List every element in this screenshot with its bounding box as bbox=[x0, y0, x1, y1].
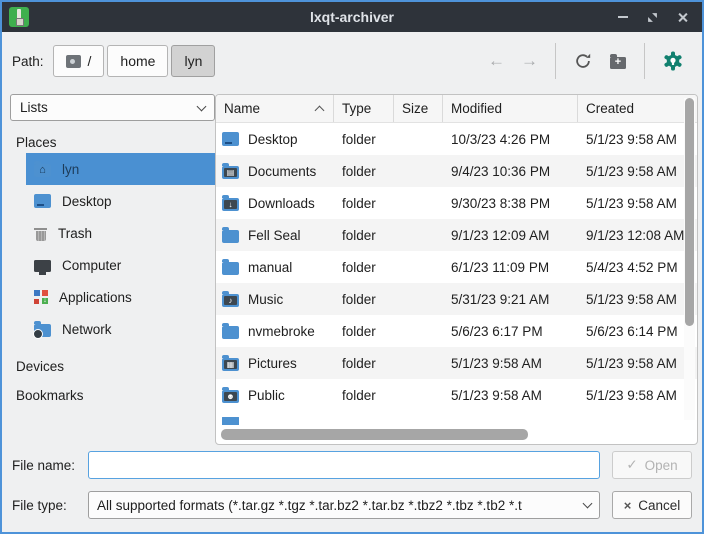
desktop-icon bbox=[34, 194, 51, 208]
table-row[interactable]: ☻Public folder 5/1/23 9:58 AM 5/1/23 9:5… bbox=[216, 379, 697, 411]
sidebar-item-computer[interactable]: Computer bbox=[26, 249, 215, 281]
drive-icon bbox=[66, 55, 81, 68]
toolbar-separator bbox=[644, 43, 645, 79]
sidebar-item-trash[interactable]: Trash bbox=[26, 217, 215, 249]
computer-icon bbox=[34, 260, 51, 272]
table-row[interactable]: Fell Seal folder 9/1/23 12:09 AM 9/1/23 … bbox=[216, 219, 697, 251]
table-row[interactable]: ↓Downloads folder 9/30/23 8:38 PM 5/1/23… bbox=[216, 187, 697, 219]
path-root-button[interactable]: / bbox=[53, 45, 105, 77]
folder-icon bbox=[222, 326, 239, 339]
open-button[interactable]: ✓ Open bbox=[612, 451, 692, 479]
table-row-partial[interactable] bbox=[216, 411, 697, 425]
new-folder-icon[interactable]: + bbox=[601, 54, 635, 69]
file-type-row: File type: All supported formats (*.tar.… bbox=[2, 491, 702, 519]
cancel-button[interactable]: × Cancel bbox=[612, 491, 692, 519]
view-mode-select[interactable]: Lists bbox=[10, 94, 215, 121]
table-row[interactable]: ▤Documents folder 9/4/23 10:36 PM 5/1/23… bbox=[216, 155, 697, 187]
folder-public-icon: ☻ bbox=[222, 390, 239, 403]
table-body: Desktop folder 10/3/23 4:26 PM 5/1/23 9:… bbox=[216, 123, 697, 425]
sidebar-item-network[interactable]: Network bbox=[26, 313, 215, 345]
network-folder-icon bbox=[34, 324, 51, 337]
folder-pictures-icon: ▦ bbox=[222, 358, 239, 371]
folder-icon bbox=[222, 262, 239, 275]
window-title: lxqt-archiver bbox=[2, 9, 702, 25]
bookmarks-section-label[interactable]: Bookmarks bbox=[16, 388, 215, 403]
folder-icon bbox=[222, 417, 239, 425]
table-row[interactable]: nvmebroke folder 5/6/23 6:17 PM 5/6/23 6… bbox=[216, 315, 697, 347]
file-name-row: File name: ✓ Open bbox=[2, 451, 702, 479]
path-label: Path: bbox=[12, 54, 44, 69]
file-type-label: File type: bbox=[12, 498, 67, 513]
sort-ascending-icon bbox=[315, 106, 325, 116]
table-row[interactable]: ♪Music folder 5/31/23 9:21 AM 5/1/23 9:5… bbox=[216, 283, 697, 315]
path-lyn-button[interactable]: lyn bbox=[171, 45, 215, 77]
home-folder-icon bbox=[34, 164, 51, 177]
sidebar: Lists Places lyn Desktop Trash Computer … bbox=[10, 94, 215, 406]
column-header-created[interactable]: Created bbox=[578, 95, 697, 122]
chevron-down-icon bbox=[583, 499, 593, 509]
toolbar-separator bbox=[555, 43, 556, 79]
sidebar-item-desktop[interactable]: Desktop bbox=[26, 185, 215, 217]
file-name-input[interactable] bbox=[88, 451, 600, 479]
horizontal-scrollbar[interactable] bbox=[221, 429, 679, 440]
devices-section-label[interactable]: Devices bbox=[16, 359, 215, 374]
column-header-size[interactable]: Size bbox=[394, 95, 443, 122]
options-gear-icon[interactable] bbox=[654, 51, 692, 71]
file-type-select[interactable]: All supported formats (*.tar.gz *.tgz *.… bbox=[88, 491, 600, 519]
close-icon[interactable] bbox=[677, 12, 688, 23]
column-header-type[interactable]: Type bbox=[334, 95, 394, 122]
places-section-label: Places bbox=[16, 135, 215, 150]
titlebar: lxqt-archiver bbox=[2, 2, 702, 32]
horizontal-scrollbar-thumb[interactable] bbox=[221, 429, 528, 440]
back-arrow-icon[interactable]: ← bbox=[480, 51, 513, 71]
table-row[interactable]: manual folder 6/1/23 11:09 PM 5/4/23 4:5… bbox=[216, 251, 697, 283]
refresh-icon[interactable] bbox=[565, 52, 601, 70]
table-header: Name Type Size Modified Created bbox=[216, 95, 697, 123]
folder-documents-icon: ▤ bbox=[222, 166, 239, 179]
vertical-scrollbar-thumb[interactable] bbox=[685, 98, 694, 326]
path-toolbar: Path: / home lyn ← → + bbox=[2, 32, 702, 90]
sidebar-item-applications[interactable]: ↓ Applications bbox=[26, 281, 215, 313]
check-icon: ✓ bbox=[626, 457, 637, 473]
sidebar-item-lyn[interactable]: lyn bbox=[26, 153, 215, 185]
breadcrumb: / home lyn bbox=[53, 45, 216, 77]
lxqt-archiver-window: lxqt-archiver Path: / home lyn ← bbox=[0, 0, 704, 534]
folder-icon bbox=[222, 230, 239, 243]
x-icon: × bbox=[624, 498, 632, 513]
table-row[interactable]: ▦Pictures folder 5/1/23 9:58 AM 5/1/23 9… bbox=[216, 347, 697, 379]
folder-downloads-icon: ↓ bbox=[222, 198, 239, 211]
column-header-modified[interactable]: Modified bbox=[443, 95, 578, 122]
file-name-label: File name: bbox=[12, 458, 75, 473]
chevron-down-icon bbox=[197, 101, 207, 111]
restore-icon[interactable] bbox=[647, 12, 658, 23]
file-list-panel: Name Type Size Modified Created Desktop … bbox=[215, 94, 698, 445]
minimize-icon[interactable] bbox=[618, 16, 628, 18]
vertical-scrollbar[interactable] bbox=[684, 98, 695, 420]
column-header-name[interactable]: Name bbox=[216, 95, 334, 122]
applications-icon: ↓ bbox=[34, 290, 48, 304]
table-row[interactable]: Desktop folder 10/3/23 4:26 PM 5/1/23 9:… bbox=[216, 123, 697, 155]
folder-music-icon: ♪ bbox=[222, 294, 239, 307]
trash-icon bbox=[34, 226, 47, 241]
desktop-icon bbox=[222, 132, 239, 146]
forward-arrow-icon[interactable]: → bbox=[513, 51, 546, 71]
path-home-button[interactable]: home bbox=[107, 45, 168, 77]
